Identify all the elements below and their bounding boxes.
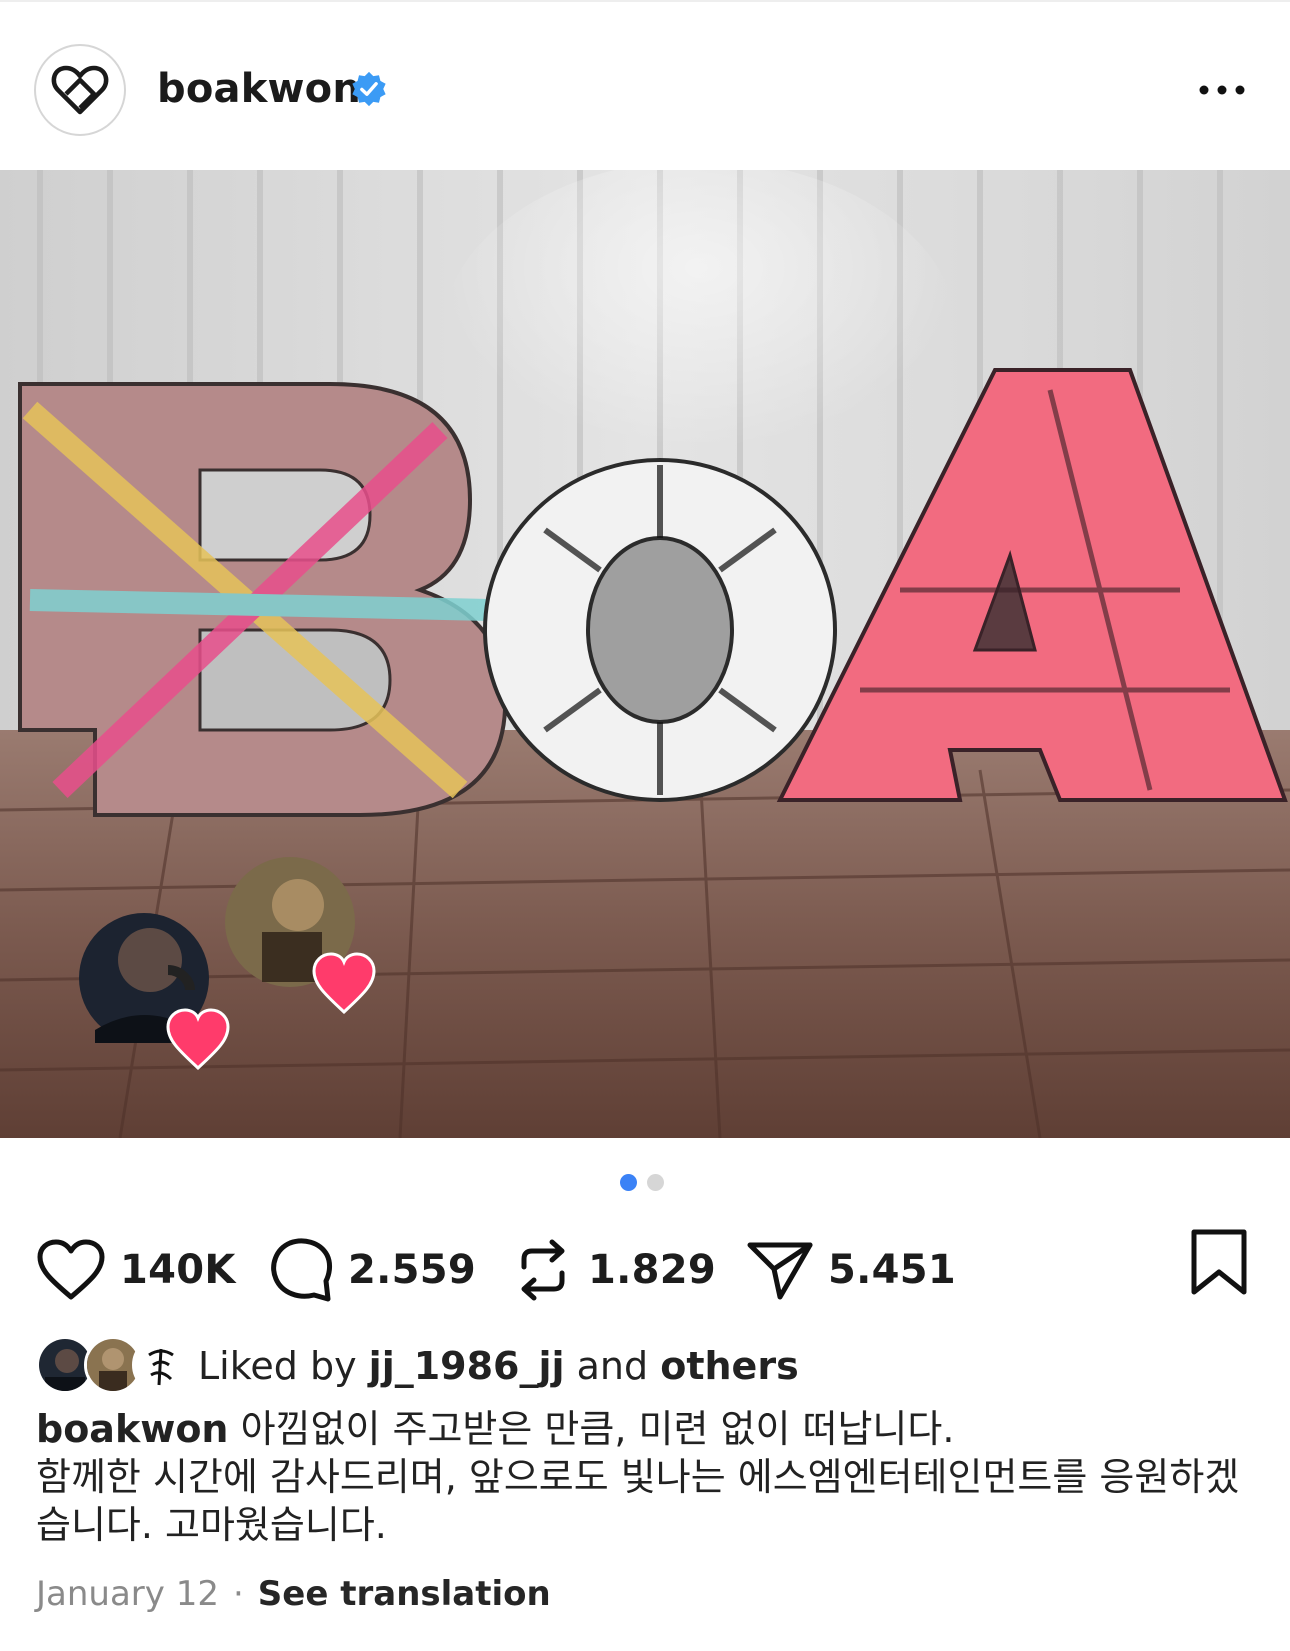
letter-o — [483, 458, 837, 802]
post-date: January 12 — [36, 1574, 219, 1614]
carousel-indicator — [620, 1174, 670, 1192]
comment-count: 2.559 — [348, 1247, 477, 1293]
liked-by-prefix: Liked by — [198, 1344, 357, 1388]
meta-separator: · — [232, 1574, 244, 1614]
post-actions: 140K 2.559 1.829 5.451 — [0, 1230, 1290, 1310]
heart-logo-icon — [40, 50, 120, 130]
share-count: 5.451 — [828, 1247, 957, 1293]
send-icon — [747, 1242, 813, 1300]
post-photo[interactable] — [0, 170, 1290, 1138]
like-count: 140K — [120, 1247, 236, 1293]
liked-by-text: Liked by jj_1986_jj and others — [198, 1344, 799, 1388]
comment-icon — [271, 1238, 332, 1302]
bookmark-icon[interactable] — [1188, 1228, 1250, 1298]
like-button[interactable]: 140K — [36, 1230, 236, 1310]
liker-avatar-3 — [132, 1336, 190, 1394]
profile-avatar[interactable] — [34, 44, 126, 136]
heart-icon — [37, 1239, 105, 1300]
liked-by-user-link[interactable]: jj_1986_jj — [369, 1344, 565, 1388]
see-translation-link[interactable]: See translation — [258, 1574, 551, 1614]
repost-button[interactable]: 1.829 — [512, 1230, 716, 1310]
repost-count: 1.829 — [588, 1247, 717, 1293]
liked-by-and: and — [576, 1344, 649, 1388]
carousel-dot[interactable] — [647, 1174, 664, 1191]
post-username[interactable]: boakwon — [157, 66, 361, 112]
share-button[interactable]: 5.451 — [746, 1230, 956, 1310]
post-meta: January 12 · See translation — [36, 1574, 551, 1614]
carousel-dot-active[interactable] — [620, 1174, 637, 1191]
more-options-icon[interactable] — [1196, 82, 1248, 98]
liked-by-others-link[interactable]: others — [660, 1344, 798, 1388]
liked-by-row[interactable]: Liked by jj_1986_jj and others — [36, 1336, 1256, 1396]
verified-badge-icon — [352, 71, 386, 107]
repost-icon — [521, 1239, 565, 1301]
top-divider — [0, 0, 1290, 2]
post-header: boakwon — [0, 10, 1290, 170]
post-caption: boakwon 아낌없이 주고받은 만큼, 미련 없이 떠납니다. 함께한 시간… — [36, 1405, 1261, 1549]
letter-b — [18, 382, 508, 817]
caption-username[interactable]: boakwon — [36, 1407, 229, 1451]
comment-button[interactable]: 2.559 — [268, 1230, 476, 1310]
